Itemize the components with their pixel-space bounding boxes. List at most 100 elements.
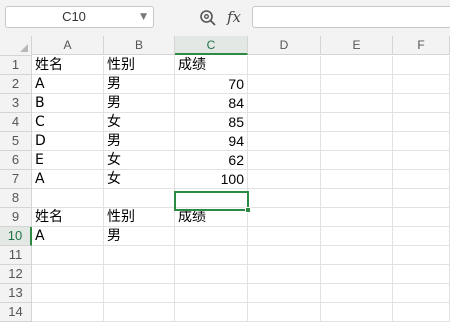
cell-e11[interactable]: [321, 246, 393, 265]
column-header-f[interactable]: F: [393, 36, 450, 55]
cell-c1[interactable]: 成绩: [175, 56, 248, 75]
chevron-down-icon[interactable]: ▼: [140, 7, 147, 27]
cell-e1[interactable]: [321, 56, 393, 75]
magnifier-zoom-icon[interactable]: [199, 9, 217, 27]
row-header-5[interactable]: 5: [0, 132, 32, 151]
cell-d14[interactable]: [248, 303, 321, 322]
row-header-1[interactable]: 1: [0, 56, 32, 75]
cell-c14[interactable]: [175, 303, 248, 322]
cell-f12[interactable]: [393, 265, 450, 284]
name-box[interactable]: C10 ▼: [5, 6, 154, 28]
cell-b3[interactable]: 男: [104, 94, 175, 113]
cell-c7[interactable]: 100: [175, 170, 248, 189]
spreadsheet-grid[interactable]: A B C D E F 1 姓名 性别 成绩 2 A 男 70 3 B 男 84 4 C 女 85 5 D 男 94 6 E 女 62 7 A…: [0, 36, 450, 322]
cell-f11[interactable]: [393, 246, 450, 265]
column-header-e[interactable]: E: [321, 36, 393, 55]
cell-b14[interactable]: [104, 303, 175, 322]
cell-d5[interactable]: [248, 132, 321, 151]
cell-a4[interactable]: C: [32, 113, 104, 132]
cell-a12[interactable]: [32, 265, 104, 284]
cell-a11[interactable]: [32, 246, 104, 265]
cell-f5[interactable]: [393, 132, 450, 151]
column-header-c[interactable]: C: [175, 36, 248, 55]
cell-f10[interactable]: [393, 227, 450, 246]
cell-e5[interactable]: [321, 132, 393, 151]
cell-a5[interactable]: D: [32, 132, 104, 151]
row-header-2[interactable]: 2: [0, 75, 32, 94]
cell-c13[interactable]: [175, 284, 248, 303]
column-header-d[interactable]: D: [248, 36, 321, 55]
row-header-7[interactable]: 7: [0, 170, 32, 189]
cell-e14[interactable]: [321, 303, 393, 322]
cell-a8[interactable]: [32, 189, 104, 208]
column-header-a[interactable]: A: [32, 36, 104, 55]
cell-a2[interactable]: A: [32, 75, 104, 94]
row-header-12[interactable]: 12: [0, 265, 32, 284]
cell-d4[interactable]: [248, 113, 321, 132]
cell-d11[interactable]: [248, 246, 321, 265]
cell-b5[interactable]: 男: [104, 132, 175, 151]
cell-c5[interactable]: 94: [175, 132, 248, 151]
cell-d12[interactable]: [248, 265, 321, 284]
cell-c2[interactable]: 70: [175, 75, 248, 94]
cell-f14[interactable]: [393, 303, 450, 322]
row-header-6[interactable]: 6: [0, 151, 32, 170]
formula-input[interactable]: [252, 6, 450, 28]
cell-d3[interactable]: [248, 94, 321, 113]
row-header-11[interactable]: 11: [0, 246, 32, 265]
cell-d10[interactable]: [248, 227, 321, 246]
row-header-3[interactable]: 3: [0, 94, 32, 113]
cell-b13[interactable]: [104, 284, 175, 303]
cell-b1[interactable]: 性别: [104, 56, 175, 75]
cell-b11[interactable]: [104, 246, 175, 265]
cell-d9[interactable]: [248, 208, 321, 227]
cell-a7[interactable]: A: [32, 170, 104, 189]
row-header-14[interactable]: 14: [0, 303, 32, 322]
cell-d6[interactable]: [248, 151, 321, 170]
cell-c11[interactable]: [175, 246, 248, 265]
cell-d8[interactable]: [248, 189, 321, 208]
cell-e8[interactable]: [321, 189, 393, 208]
cell-b12[interactable]: [104, 265, 175, 284]
cell-e9[interactable]: [321, 208, 393, 227]
row-header-4[interactable]: 4: [0, 113, 32, 132]
cell-e3[interactable]: [321, 94, 393, 113]
cell-e7[interactable]: [321, 170, 393, 189]
row-header-8[interactable]: 8: [0, 189, 32, 208]
row-header-13[interactable]: 13: [0, 284, 32, 303]
cell-e10[interactable]: [321, 227, 393, 246]
cell-c10[interactable]: [175, 227, 248, 246]
cell-b6[interactable]: 女: [104, 151, 175, 170]
cell-e13[interactable]: [321, 284, 393, 303]
column-header-b[interactable]: B: [104, 36, 175, 55]
cell-a14[interactable]: [32, 303, 104, 322]
cell-a10[interactable]: A: [32, 227, 104, 246]
cell-a13[interactable]: [32, 284, 104, 303]
fx-function-icon[interactable]: fx: [227, 6, 247, 28]
row-header-10[interactable]: 10: [0, 227, 32, 246]
cell-b10[interactable]: 男: [104, 227, 175, 246]
cell-b4[interactable]: 女: [104, 113, 175, 132]
cell-d1[interactable]: [248, 56, 321, 75]
cell-f6[interactable]: [393, 151, 450, 170]
cell-c3[interactable]: 84: [175, 94, 248, 113]
cell-a3[interactable]: B: [32, 94, 104, 113]
cell-c12[interactable]: [175, 265, 248, 284]
cell-f3[interactable]: [393, 94, 450, 113]
cell-e4[interactable]: [321, 113, 393, 132]
cell-d7[interactable]: [248, 170, 321, 189]
cell-b9[interactable]: 性别: [104, 208, 175, 227]
cell-f2[interactable]: [393, 75, 450, 94]
cell-f13[interactable]: [393, 284, 450, 303]
cell-e2[interactable]: [321, 75, 393, 94]
cell-d13[interactable]: [248, 284, 321, 303]
cell-f7[interactable]: [393, 170, 450, 189]
cell-f1[interactable]: [393, 56, 450, 75]
cell-c4[interactable]: 85: [175, 113, 248, 132]
cell-a1[interactable]: 姓名: [32, 56, 104, 75]
cell-f8[interactable]: [393, 189, 450, 208]
select-all-corner[interactable]: [0, 36, 32, 56]
cell-b7[interactable]: 女: [104, 170, 175, 189]
cell-b2[interactable]: 男: [104, 75, 175, 94]
cell-f4[interactable]: [393, 113, 450, 132]
